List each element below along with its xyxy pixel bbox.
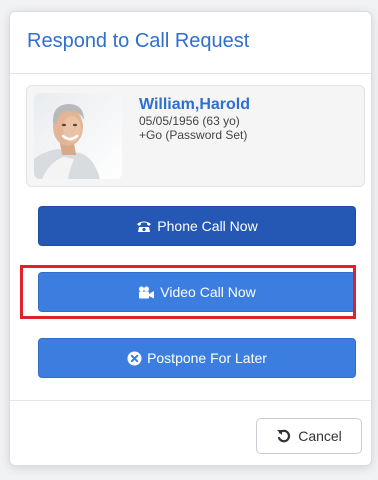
postpone-for-later-button[interactable]: Postpone For Later xyxy=(38,338,356,378)
patient-photo-image xyxy=(34,93,122,179)
patient-photo xyxy=(34,93,122,179)
cancel-button[interactable]: Cancel xyxy=(256,418,362,454)
phone-icon xyxy=(136,220,152,233)
footer-divider xyxy=(10,400,371,401)
modal-header: Respond to Call Request xyxy=(10,12,371,74)
modal-title: Respond to Call Request xyxy=(27,30,250,52)
video-call-now-label: Video Call Now xyxy=(160,284,256,300)
cancel-label: Cancel xyxy=(298,428,342,444)
phone-call-now-button[interactable]: Phone Call Now xyxy=(38,206,356,246)
call-request-modal: Respond to Call Request William,Harold 0… xyxy=(9,11,372,466)
undo-icon xyxy=(276,428,292,444)
patient-dob: 05/05/1956 (63 yo) xyxy=(139,114,240,128)
patient-portal-status: +Go (Password Set) xyxy=(139,128,248,142)
video-call-now-button[interactable]: Video Call Now xyxy=(38,272,356,312)
phone-call-now-label: Phone Call Now xyxy=(157,218,258,234)
patient-name: William,Harold xyxy=(139,96,250,113)
postpone-for-later-label: Postpone For Later xyxy=(147,350,267,366)
patient-card: William,Harold 05/05/1956 (63 yo) +Go (P… xyxy=(26,85,365,187)
patient-info: William,Harold 05/05/1956 (63 yo) +Go (P… xyxy=(139,96,359,142)
close-circle-icon xyxy=(127,351,142,366)
video-camera-icon xyxy=(138,286,155,299)
